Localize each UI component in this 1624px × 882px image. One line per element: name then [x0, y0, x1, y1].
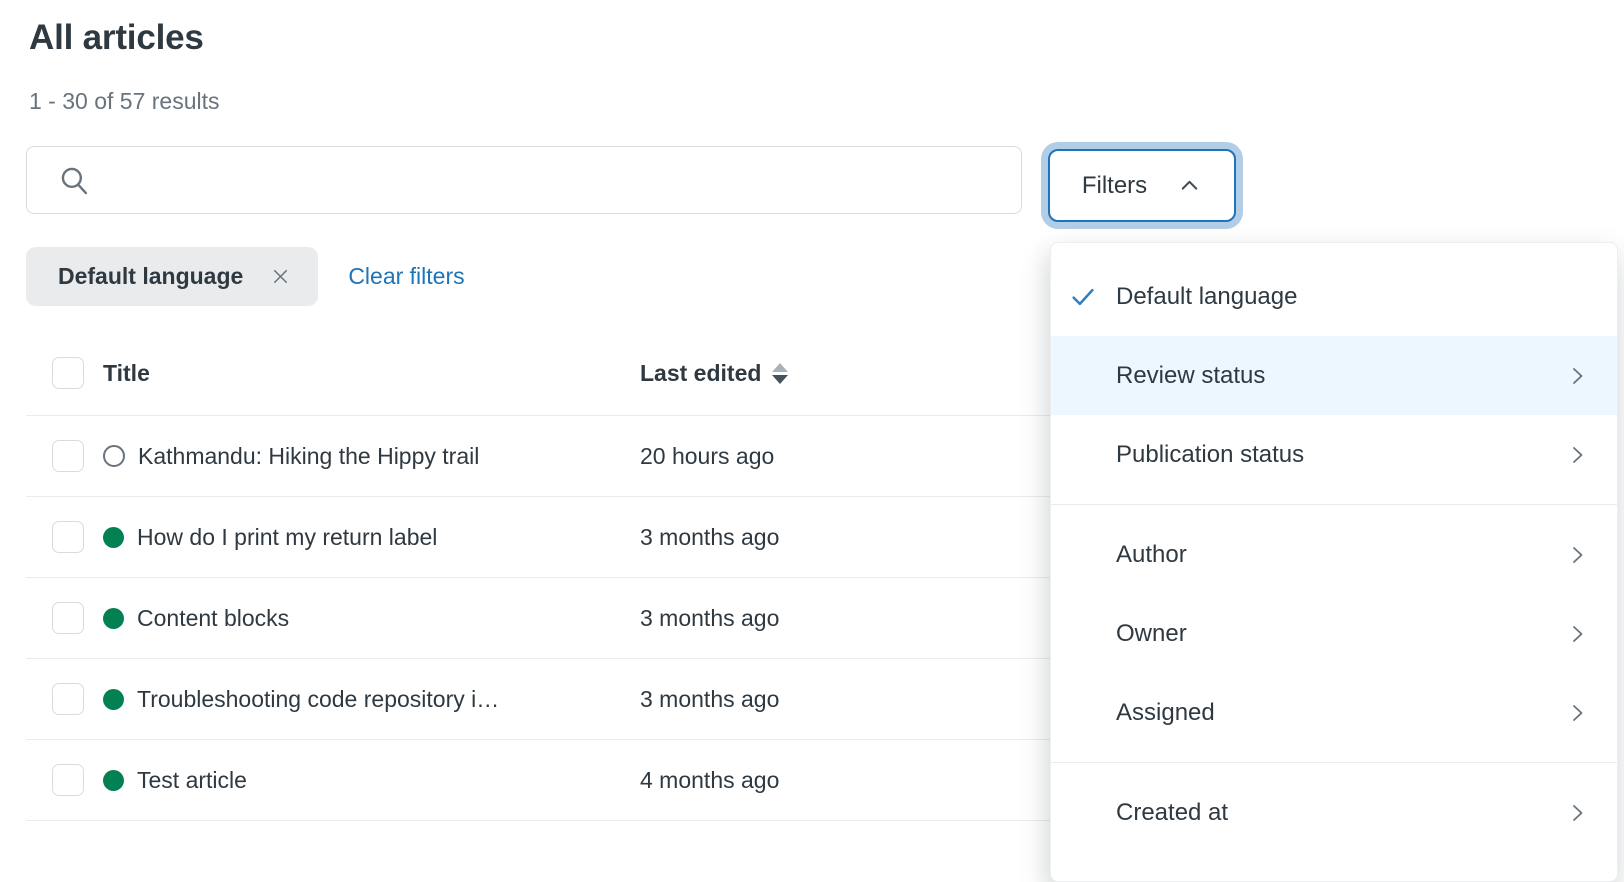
- status-dot-icon-published: [103, 526, 124, 548]
- chevron-right-icon: [1565, 622, 1589, 646]
- chevron-up-icon: [1177, 173, 1202, 198]
- menu-item-assigned[interactable]: Assigned: [1051, 673, 1617, 752]
- row-checkbox[interactable]: [52, 683, 84, 715]
- results-summary: 1 - 30 of 57 results: [29, 88, 220, 114]
- row-checkbox[interactable]: [52, 440, 84, 472]
- row-checkbox[interactable]: [52, 602, 84, 634]
- search-box[interactable]: [26, 146, 1022, 214]
- article-title-link[interactable]: Kathmandu: Hiking the Hippy trail: [138, 443, 479, 470]
- filters-dropdown-menu: Default language Review status Publicati…: [1050, 242, 1618, 882]
- check-mark-icon: [1068, 282, 1098, 312]
- title-cell: Troubleshooting code repository i…: [103, 686, 621, 713]
- menu-item-label: Created at: [1116, 798, 1229, 826]
- menu-divider: [1051, 504, 1617, 505]
- title-cell: How do I print my return label: [103, 524, 621, 551]
- filter-chip-default-language: Default language: [26, 247, 319, 306]
- article-title-link[interactable]: Troubleshooting code repository i…: [137, 686, 499, 713]
- search-input[interactable]: [109, 165, 1001, 195]
- menu-item-label: Default language: [1116, 282, 1298, 310]
- column-header-title-label: Title: [103, 359, 150, 386]
- menu-item-label: Assigned: [1116, 698, 1215, 726]
- menu-item-owner[interactable]: Owner: [1051, 594, 1617, 673]
- title-cell: Kathmandu: Hiking the Hippy trail: [103, 443, 621, 470]
- status-dot-icon-published: [103, 607, 124, 629]
- filter-chip-label: Default language: [58, 263, 244, 289]
- menu-item-review-status[interactable]: Review status: [1051, 336, 1617, 415]
- column-header-title[interactable]: Title: [103, 360, 621, 387]
- chevron-right-icon: [1565, 801, 1589, 825]
- menu-divider: [1051, 762, 1617, 763]
- title-cell: Content blocks: [103, 605, 621, 632]
- menu-item-label: Author: [1116, 540, 1187, 568]
- chevron-right-icon: [1565, 543, 1589, 567]
- active-filters-bar: Default language Clear filters: [26, 247, 465, 306]
- menu-item-label: Publication status: [1116, 440, 1305, 468]
- chevron-right-icon: [1565, 364, 1589, 388]
- menu-item-default-language[interactable]: Default language: [1051, 257, 1617, 336]
- page-title: All articles: [29, 18, 204, 57]
- article-title-link[interactable]: How do I print my return label: [137, 524, 437, 551]
- menu-item-created-at[interactable]: Created at: [1051, 773, 1617, 852]
- article-title-link[interactable]: Test article: [137, 767, 247, 794]
- menu-item-label: Owner: [1116, 619, 1187, 647]
- status-dot-icon-draft: [103, 445, 125, 467]
- menu-item-author[interactable]: Author: [1051, 515, 1617, 594]
- clear-filters-link[interactable]: Clear filters: [348, 263, 464, 290]
- chevron-right-icon: [1565, 443, 1589, 467]
- column-header-last-edited-label: Last edited: [640, 359, 762, 386]
- sort-carets-icon: [772, 362, 789, 384]
- title-cell: Test article: [103, 767, 621, 794]
- x-mark-icon: [269, 265, 292, 288]
- filters-button[interactable]: Filters: [1048, 149, 1236, 222]
- status-dot-icon-published: [103, 769, 124, 791]
- row-checkbox[interactable]: [52, 764, 84, 796]
- status-dot-icon-published: [103, 688, 124, 710]
- row-checkbox[interactable]: [52, 521, 84, 553]
- menu-item-label: Review status: [1116, 361, 1266, 389]
- search-icon: [57, 163, 91, 197]
- filters-button-label: Filters: [1081, 171, 1148, 199]
- select-all-checkbox[interactable]: [52, 357, 84, 389]
- menu-item-publication-status[interactable]: Publication status: [1051, 415, 1617, 494]
- chip-remove-button[interactable]: [269, 265, 292, 288]
- article-title-link[interactable]: Content blocks: [137, 605, 289, 632]
- chevron-right-icon: [1565, 701, 1589, 725]
